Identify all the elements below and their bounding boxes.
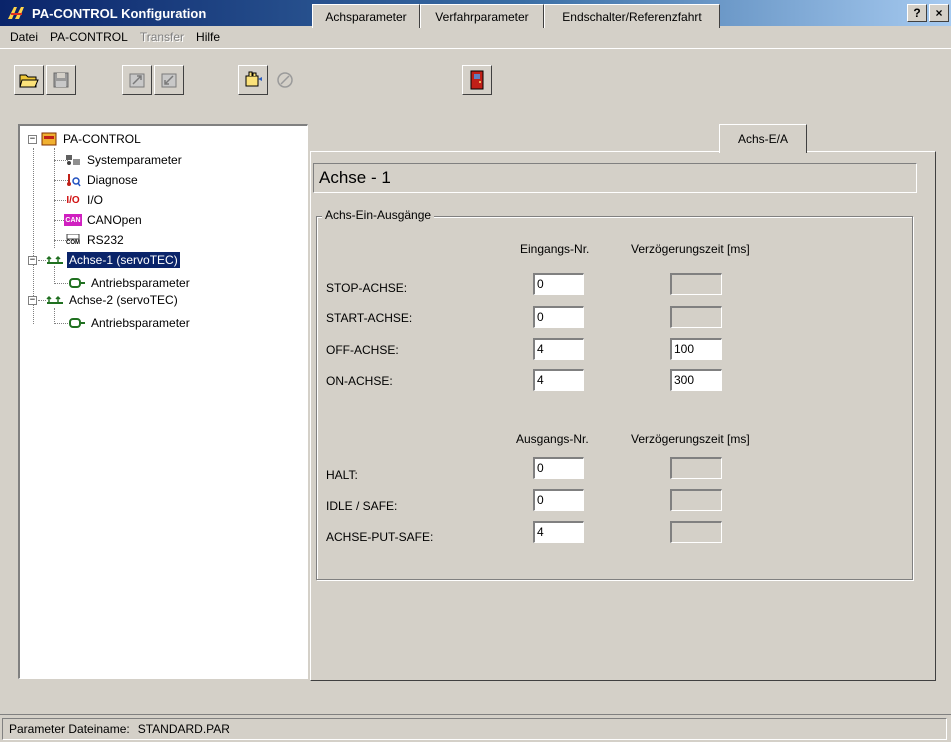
- inputs-header: Eingangs-Nr.: [520, 242, 590, 256]
- delay-header-outputs: Verzögerungszeit [ms]: [631, 432, 750, 446]
- drive-icon: [68, 275, 86, 291]
- output-achse-put-safe[interactable]: 4: [533, 521, 584, 543]
- menu-datei[interactable]: Datei: [4, 28, 44, 46]
- app-window: PA-CONTROL Konfiguration ? × Datei PA-CO…: [0, 0, 951, 742]
- axis-icon: [46, 252, 64, 268]
- delay-on-achse[interactable]: 300: [670, 369, 722, 391]
- com-icon: COM: [64, 232, 82, 248]
- menu-bar: Datei PA-CONTROL Transfer Hilfe: [0, 26, 951, 48]
- help-button[interactable]: ?: [907, 4, 927, 22]
- open-folder-icon: [19, 74, 39, 88]
- disabled-action-button[interactable]: [270, 65, 300, 95]
- open-button[interactable]: [14, 65, 44, 95]
- exit-door-icon: [470, 70, 484, 90]
- label-off-achse: OFF-ACHSE:: [326, 343, 399, 357]
- tree-item-diagnose[interactable]: Diagnose: [64, 170, 140, 190]
- label-stop-achse: STOP-ACHSE:: [326, 281, 408, 295]
- tree-item-antriebsparameter-2[interactable]: Antriebsparameter: [68, 313, 192, 333]
- menu-hilfe[interactable]: Hilfe: [190, 28, 226, 46]
- delay-achse-put-safe: [670, 521, 722, 543]
- axis-icon: [46, 292, 64, 308]
- tree-item-canopen[interactable]: CAN CANOpen: [64, 210, 144, 230]
- settings-hand-icon: [245, 71, 262, 87]
- label-idle-safe: IDLE / SAFE:: [326, 499, 398, 513]
- status-filename: STANDARD.PAR: [137, 722, 230, 736]
- input-start-achse[interactable]: 0: [533, 306, 584, 328]
- axis-title: Achse - 1: [313, 163, 917, 193]
- group-legend: Achs-Ein-Ausgänge: [322, 208, 435, 222]
- menu-transfer[interactable]: Transfer: [134, 28, 190, 46]
- label-start-achse: START-ACHSE:: [326, 311, 413, 325]
- navigation-tree[interactable]: − PA-CONTROL Systemparameter Diagnose I/…: [18, 124, 308, 679]
- close-button[interactable]: ×: [929, 4, 949, 22]
- status-label: Parameter Dateiname:: [9, 722, 130, 736]
- toolbar: [0, 48, 951, 120]
- tree-item-rs232[interactable]: COM RS232: [64, 230, 126, 250]
- tree-item-achse-2[interactable]: Achse-2 (servoTEC): [46, 290, 180, 310]
- can-icon: CAN: [64, 214, 82, 226]
- delay-halt: [670, 457, 722, 479]
- tab-endschalter-referenzfahrt[interactable]: Endschalter/Referenzfahrt: [544, 4, 720, 28]
- diagnose-icon: [64, 172, 82, 188]
- settings-button[interactable]: [238, 65, 268, 95]
- tree-item-systemparameter[interactable]: Systemparameter: [64, 150, 184, 170]
- root-collapse-toggle[interactable]: −: [28, 135, 37, 144]
- download-icon: [161, 73, 177, 88]
- window-title: PA-CONTROL Konfiguration: [32, 5, 207, 21]
- tab-achs-ea[interactable]: Achs-E/A: [719, 124, 807, 153]
- delay-start-achse: [670, 306, 722, 328]
- drive-icon: [68, 315, 86, 331]
- label-achse-put-safe: ACHSE-PUT-SAFE:: [326, 530, 434, 544]
- tree-item-achse-1[interactable]: Achse-1 (servoTEC): [46, 250, 181, 270]
- input-on-achse[interactable]: 4: [533, 369, 584, 391]
- output-halt[interactable]: 0: [533, 457, 584, 479]
- status-bar: Parameter Dateiname: STANDARD.PAR: [0, 714, 951, 742]
- axis-io-group: [316, 216, 913, 580]
- system-icon: [64, 152, 82, 168]
- delay-header-inputs: Verzögerungszeit [ms]: [631, 242, 750, 256]
- tab-verfahrparameter[interactable]: Verfahrparameter: [420, 4, 544, 28]
- delay-off-achse[interactable]: 100: [670, 338, 722, 360]
- input-stop-achse[interactable]: 0: [533, 273, 584, 295]
- exit-button[interactable]: [462, 65, 492, 95]
- output-idle-safe[interactable]: 0: [533, 489, 584, 511]
- input-off-achse[interactable]: 4: [533, 338, 584, 360]
- outputs-header: Ausgangs-Nr.: [516, 432, 589, 446]
- label-on-achse: ON-ACHSE:: [326, 374, 393, 388]
- upload-button[interactable]: [122, 65, 152, 95]
- delay-stop-achse: [670, 273, 722, 295]
- tree-item-io[interactable]: I/O I/O: [64, 190, 105, 210]
- label-halt: HALT:: [326, 468, 358, 482]
- disabled-circle-icon: [277, 72, 293, 88]
- upload-icon: [129, 73, 145, 88]
- tab-achsparameter[interactable]: Achsparameter: [312, 4, 420, 28]
- io-icon: I/O: [66, 194, 80, 206]
- app-logo-icon: [6, 5, 28, 21]
- achse2-collapse-toggle[interactable]: −: [28, 296, 37, 305]
- achse1-collapse-toggle[interactable]: −: [28, 256, 37, 265]
- save-button[interactable]: [46, 65, 76, 95]
- menu-pa-control[interactable]: PA-CONTROL: [44, 28, 134, 46]
- delay-idle-safe: [670, 489, 722, 511]
- controller-icon: [40, 131, 58, 147]
- tree-root-pa-control[interactable]: PA-CONTROL: [40, 129, 143, 149]
- download-button[interactable]: [154, 65, 184, 95]
- save-disk-icon: [53, 72, 69, 88]
